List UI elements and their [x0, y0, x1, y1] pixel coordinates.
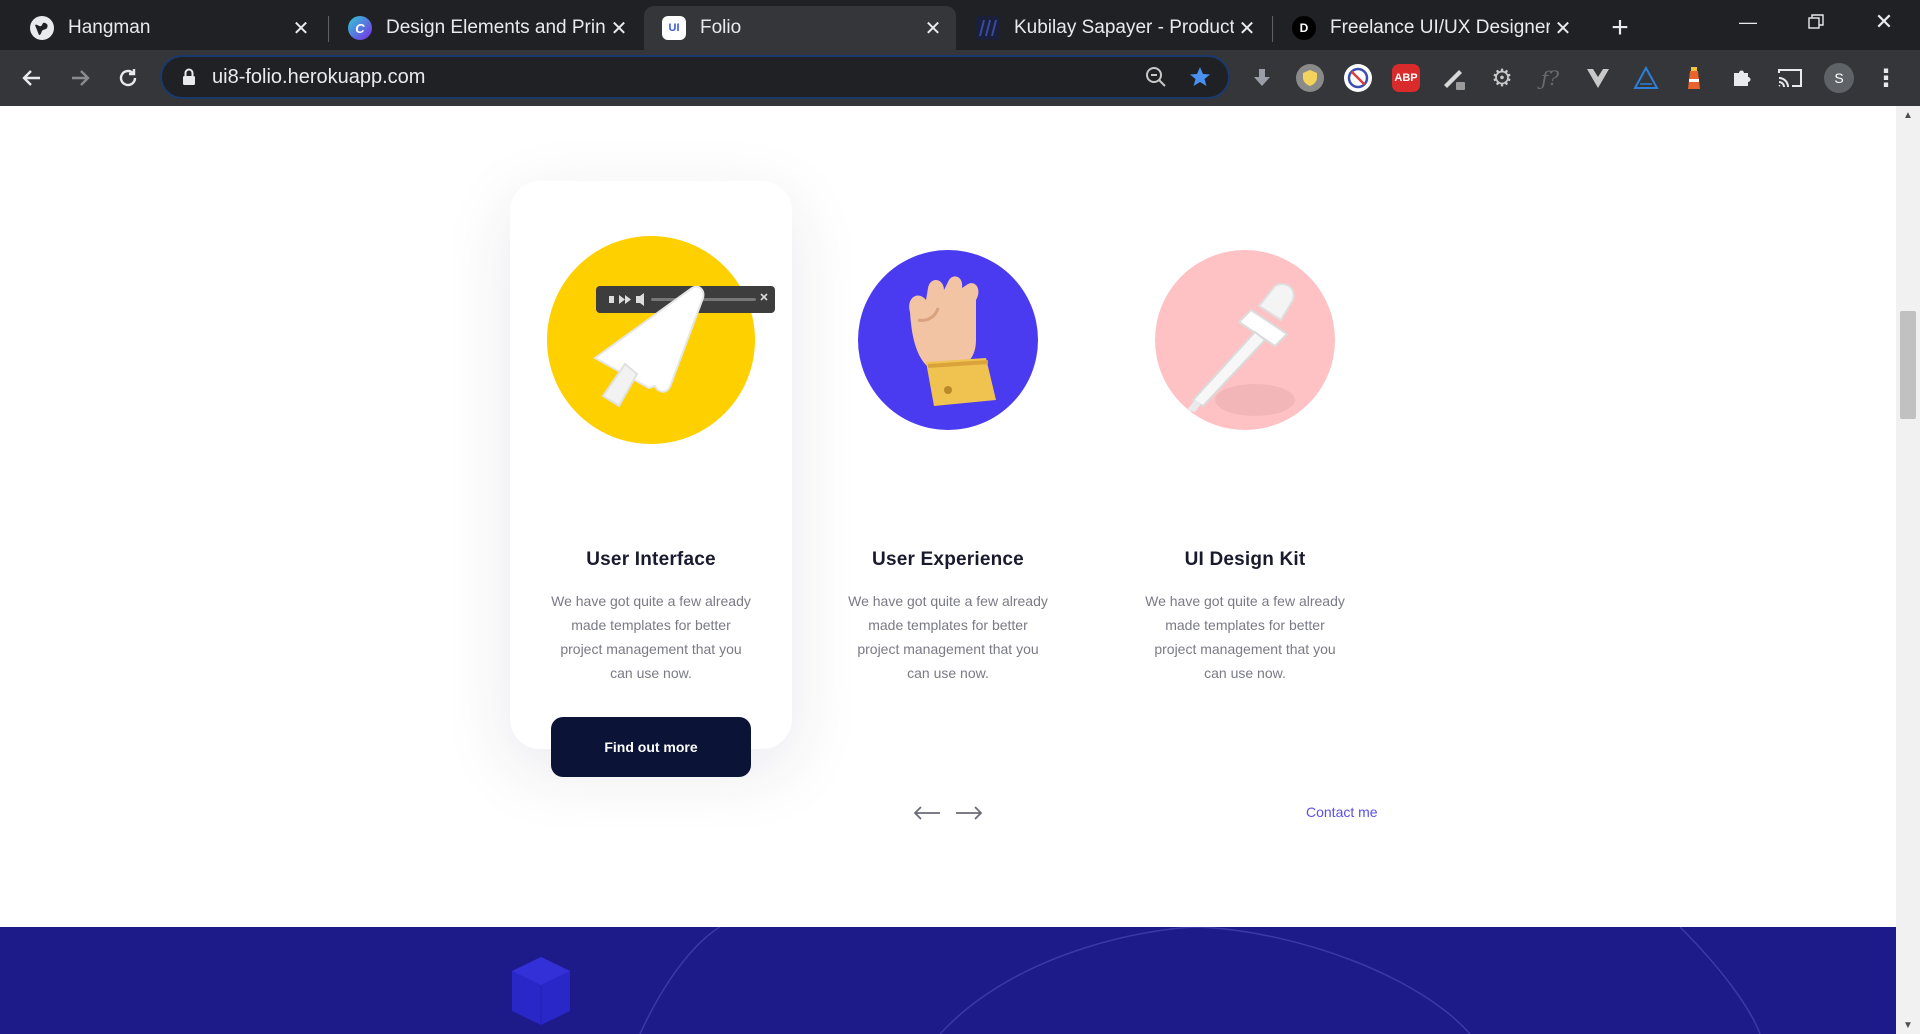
gear-extension-icon[interactable]: ⚙ [1488, 64, 1516, 92]
tab-folio[interactable]: UI Folio ✕ [644, 6, 956, 50]
forward-button[interactable] [60, 58, 100, 98]
block-extension-icon[interactable] [1344, 64, 1372, 92]
hand-illustration-icon [858, 250, 1038, 430]
globe-icon [30, 16, 54, 40]
service-title: UI Design Kit [1184, 549, 1306, 570]
decorative-arcs [512, 927, 1761, 1034]
lighthouse-extension-icon[interactable] [1680, 64, 1708, 92]
close-tab-icon[interactable]: ✕ [920, 15, 946, 41]
close-tab-icon[interactable]: ✕ [606, 15, 632, 41]
reload-icon [119, 69, 137, 87]
contact-me-link[interactable]: Contact me [1306, 804, 1378, 820]
triangle-extension-icon[interactable] [1632, 64, 1660, 92]
service-description: We have got quite a few already made tem… [551, 593, 751, 681]
browser-toolbar: ui8-folio.herokuapp.com ABP ⚙ ƒ? S ⋮ [0, 50, 1920, 106]
restore-icon [1808, 14, 1824, 29]
service-description: We have got quite a few already made tem… [1145, 593, 1345, 681]
new-tab-button[interactable]: + [1602, 10, 1638, 46]
shield-extension-icon[interactable] [1296, 64, 1324, 92]
page-viewport: User Interface We have got quite a few a… [0, 106, 1896, 1034]
puzzle-extensions-icon[interactable] [1728, 64, 1756, 92]
arrow-right-icon [72, 70, 90, 86]
tab-hangman[interactable]: Hangman ✕ [12, 6, 324, 50]
service-card-user-experience[interactable]: User Experience We have got quite a few … [807, 181, 1089, 749]
arrow-left-icon[interactable] [913, 796, 941, 827]
tab-title: Folio [700, 17, 742, 38]
carousel-nav [913, 799, 997, 823]
reload-button[interactable] [108, 58, 148, 98]
close-tab-icon[interactable]: ✕ [1234, 15, 1260, 41]
address-bar[interactable]: ui8-folio.herokuapp.com [160, 55, 1230, 99]
adblock-plus-icon[interactable]: ABP [1392, 64, 1420, 92]
profile-avatar[interactable]: S [1824, 63, 1854, 93]
arrow-right-icon[interactable] [955, 796, 983, 827]
service-card-user-interface[interactable]: User Interface We have got quite a few a… [510, 181, 792, 777]
footer-section [0, 927, 1896, 1034]
function-extension-icon[interactable]: ƒ? [1536, 64, 1564, 92]
minimize-button[interactable]: — [1714, 0, 1782, 44]
back-button[interactable] [12, 58, 52, 98]
tab-design-elements[interactable]: C Design Elements and Princip ✕ [330, 6, 642, 50]
cube-icon [512, 957, 570, 1025]
scroll-down-arrow-icon[interactable]: ▼ [1896, 1016, 1920, 1034]
scrollbar-thumb[interactable] [1900, 311, 1916, 419]
tab-separator [328, 16, 329, 42]
url-text: ui8-folio.herokuapp.com [212, 65, 426, 88]
service-description: We have got quite a few already made tem… [848, 593, 1048, 681]
pen-extension-icon[interactable] [1440, 64, 1468, 92]
service-title: User Interface [586, 549, 716, 570]
tab-freelance[interactable]: D Freelance UI/UX Designer - ✕ [1274, 6, 1586, 50]
vue-extension-icon[interactable] [1584, 64, 1612, 92]
cast-icon[interactable] [1776, 64, 1804, 92]
scroll-up-arrow-icon[interactable]: ▲ [1896, 106, 1920, 124]
d-icon: D [1292, 16, 1316, 40]
canva-icon: C [348, 16, 372, 40]
kubilay-icon [976, 16, 1000, 40]
restore-button[interactable] [1782, 0, 1850, 44]
find-out-more-button[interactable]: Find out more [551, 717, 751, 777]
tab-kubilay[interactable]: Kubilay Sapayer - Product D ✕ [958, 6, 1270, 50]
close-tab-icon[interactable]: ✕ [288, 15, 314, 41]
tab-title: Freelance UI/UX Designer - [1330, 17, 1550, 38]
kebab-menu-icon[interactable]: ⋮ [1872, 64, 1900, 92]
lock-icon [182, 68, 196, 86]
download-icon[interactable] [1248, 64, 1276, 92]
dropper-illustration-icon [1155, 250, 1335, 430]
tab-strip: Hangman ✕ C Design Elements and Princip … [0, 0, 1920, 50]
page-scrollbar[interactable]: ▲ ▼ [1896, 106, 1920, 1034]
tab-title: Kubilay Sapayer - Product D [1014, 17, 1234, 38]
tab-title: Hangman [68, 17, 151, 38]
bookmark-star-icon[interactable] [1184, 61, 1216, 93]
arrow-left-icon [22, 70, 40, 86]
close-window-button[interactable]: ✕ [1850, 0, 1918, 44]
tab-separator [1272, 16, 1273, 42]
close-tab-icon[interactable]: ✕ [1550, 15, 1576, 41]
zoom-icon[interactable] [1140, 61, 1172, 93]
service-title: User Experience [872, 549, 1024, 570]
cursor-illustration-icon [547, 236, 775, 444]
tab-title: Design Elements and Princip [386, 17, 606, 38]
ui8-icon: UI [662, 16, 686, 40]
service-card-ui-design-kit[interactable]: UI Design Kit We have got quite a few al… [1104, 181, 1386, 749]
